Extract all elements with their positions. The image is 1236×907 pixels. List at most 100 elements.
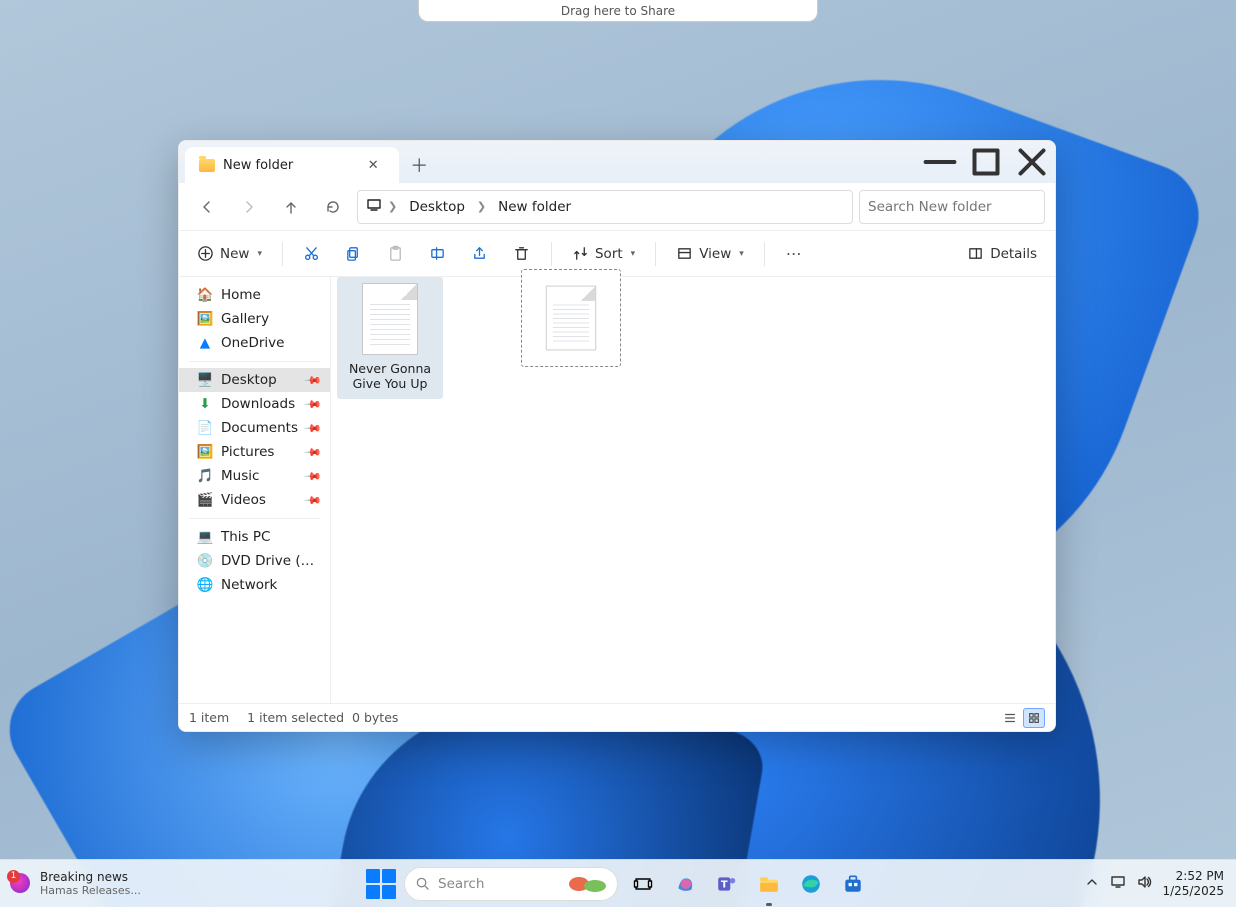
- music-icon: 🎵: [197, 468, 213, 484]
- new-label: New: [220, 246, 249, 262]
- volume-icon[interactable]: [1136, 874, 1152, 893]
- search-input[interactable]: [868, 199, 1039, 215]
- search-box[interactable]: [859, 190, 1045, 224]
- document-icon: 📄: [197, 420, 213, 436]
- news-badge: 1: [7, 870, 20, 883]
- clock[interactable]: 2:52 PM 1/25/2025: [1162, 869, 1224, 898]
- file-explorer-window: New folder ✕ ＋ ❯ Desktop ❯ New folder: [178, 140, 1056, 732]
- breadcrumb-desktop[interactable]: Desktop: [403, 197, 471, 217]
- monitor-icon: [366, 197, 382, 217]
- sort-label: Sort: [595, 246, 623, 262]
- sidebar-item-home[interactable]: 🏠Home: [179, 283, 330, 307]
- new-button[interactable]: New ▾: [187, 237, 272, 271]
- minimize-button[interactable]: [917, 141, 963, 183]
- news-subhead: Hamas Releases...: [40, 884, 141, 897]
- file-item[interactable]: Never Gonna Give You Up: [337, 277, 443, 399]
- taskbar: 1 Breaking news Hamas Releases... Search…: [0, 859, 1236, 907]
- file-list[interactable]: Never Gonna Give You Up: [331, 277, 1055, 703]
- close-button[interactable]: [1009, 141, 1055, 183]
- download-icon: ⬇: [197, 396, 213, 412]
- file-explorer-button[interactable]: [752, 867, 786, 901]
- sidebar-item-pictures[interactable]: 🖼️Pictures📌: [179, 440, 330, 464]
- forward-button[interactable]: [231, 189, 267, 225]
- refresh-button[interactable]: [315, 189, 351, 225]
- titlebar[interactable]: New folder ✕ ＋: [179, 141, 1055, 183]
- status-item-count: 1 item: [189, 710, 229, 725]
- share-label: Drag here to Share: [561, 4, 675, 18]
- details-pane-button[interactable]: Details: [957, 237, 1047, 271]
- copy-button[interactable]: [335, 237, 373, 271]
- sidebar-item-dvd[interactable]: 💿DVD Drive (D:) CCCC: [179, 549, 330, 573]
- system-tray[interactable]: [1084, 874, 1152, 893]
- tray-overflow-icon[interactable]: [1084, 874, 1100, 893]
- news-headline: Breaking news: [40, 870, 141, 884]
- paste-button[interactable]: [377, 237, 415, 271]
- sidebar-item-thispc[interactable]: 💻This PC: [179, 525, 330, 549]
- chevron-right-icon[interactable]: ❯: [475, 200, 488, 213]
- cloud-icon: ▲: [197, 335, 213, 351]
- status-selected: 1 item selected 0 bytes: [247, 710, 398, 725]
- file-name: Never Gonna Give You Up: [339, 361, 441, 391]
- share-button[interactable]: [461, 237, 499, 271]
- navigation-bar: ❯ Desktop ❯ New folder: [179, 183, 1055, 231]
- delete-button[interactable]: [503, 237, 541, 271]
- up-button[interactable]: [273, 189, 309, 225]
- details-view-toggle[interactable]: [999, 708, 1021, 728]
- rename-button[interactable]: [419, 237, 457, 271]
- network-icon: 🌐: [197, 577, 213, 593]
- new-tab-button[interactable]: ＋: [399, 147, 439, 183]
- pin-icon: 📌: [304, 443, 323, 462]
- window-tab[interactable]: New folder ✕: [185, 147, 399, 183]
- news-icon: 1: [10, 873, 32, 895]
- start-button[interactable]: [366, 869, 396, 899]
- maximize-button[interactable]: [963, 141, 1009, 183]
- search-placeholder: Search: [438, 876, 484, 892]
- status-bar: 1 item 1 item selected 0 bytes: [179, 703, 1055, 731]
- icons-view-toggle[interactable]: [1023, 708, 1045, 728]
- navigation-sidebar: 🏠Home 🖼️Gallery ▲OneDrive 🖥️Desktop📌 ⬇Do…: [179, 277, 331, 703]
- breadcrumb-current[interactable]: New folder: [492, 197, 577, 217]
- pin-icon: 📌: [304, 491, 323, 510]
- sidebar-item-gallery[interactable]: 🖼️Gallery: [179, 307, 330, 331]
- pin-icon: 📌: [304, 395, 323, 414]
- cut-button[interactable]: [293, 237, 331, 271]
- sidebar-item-documents[interactable]: 📄Documents📌: [179, 416, 330, 440]
- teams-button[interactable]: T: [710, 867, 744, 901]
- sidebar-item-network[interactable]: 🌐Network: [179, 573, 330, 597]
- pin-icon: 📌: [304, 419, 323, 438]
- more-button[interactable]: ⋯: [775, 237, 813, 271]
- breadcrumb[interactable]: ❯ Desktop ❯ New folder: [357, 190, 853, 224]
- gallery-icon: 🖼️: [197, 311, 213, 327]
- folder-icon: [199, 159, 215, 172]
- date: 1/25/2025: [1162, 884, 1224, 898]
- tab-close-button[interactable]: ✕: [361, 158, 385, 173]
- sidebar-item-videos[interactable]: 🎬Videos📌: [179, 488, 330, 512]
- sidebar-item-music[interactable]: 🎵Music📌: [179, 464, 330, 488]
- network-icon[interactable]: [1110, 874, 1126, 893]
- disc-icon: 💿: [197, 553, 213, 569]
- view-button[interactable]: View ▾: [666, 237, 754, 271]
- view-label: View: [699, 246, 731, 262]
- details-label: Details: [990, 246, 1037, 262]
- videos-icon: 🎬: [197, 492, 213, 508]
- task-view-button[interactable]: [626, 867, 660, 901]
- sidebar-item-desktop[interactable]: 🖥️Desktop📌: [179, 368, 330, 392]
- news-widget[interactable]: 1 Breaking news Hamas Releases...: [10, 870, 141, 897]
- taskbar-search[interactable]: Search: [404, 867, 618, 901]
- pictures-icon: 🖼️: [197, 444, 213, 460]
- sidebar-item-onedrive[interactable]: ▲OneDrive: [179, 331, 330, 355]
- back-button[interactable]: [189, 189, 225, 225]
- chevron-down-icon: ▾: [631, 249, 636, 259]
- tab-title: New folder: [223, 158, 293, 173]
- edge-button[interactable]: [794, 867, 828, 901]
- copilot-button[interactable]: [668, 867, 702, 901]
- chevron-down-icon: ▾: [257, 249, 262, 259]
- store-button[interactable]: [836, 867, 870, 901]
- sidebar-item-downloads[interactable]: ⬇Downloads📌: [179, 392, 330, 416]
- sort-button[interactable]: Sort ▾: [562, 237, 645, 271]
- text-file-icon: [546, 286, 596, 351]
- chevron-right-icon[interactable]: ❯: [386, 200, 399, 213]
- drag-ghost: [521, 269, 621, 367]
- desktop-icon: 🖥️: [197, 372, 213, 388]
- share-drop-target[interactable]: Drag here to Share: [418, 0, 818, 22]
